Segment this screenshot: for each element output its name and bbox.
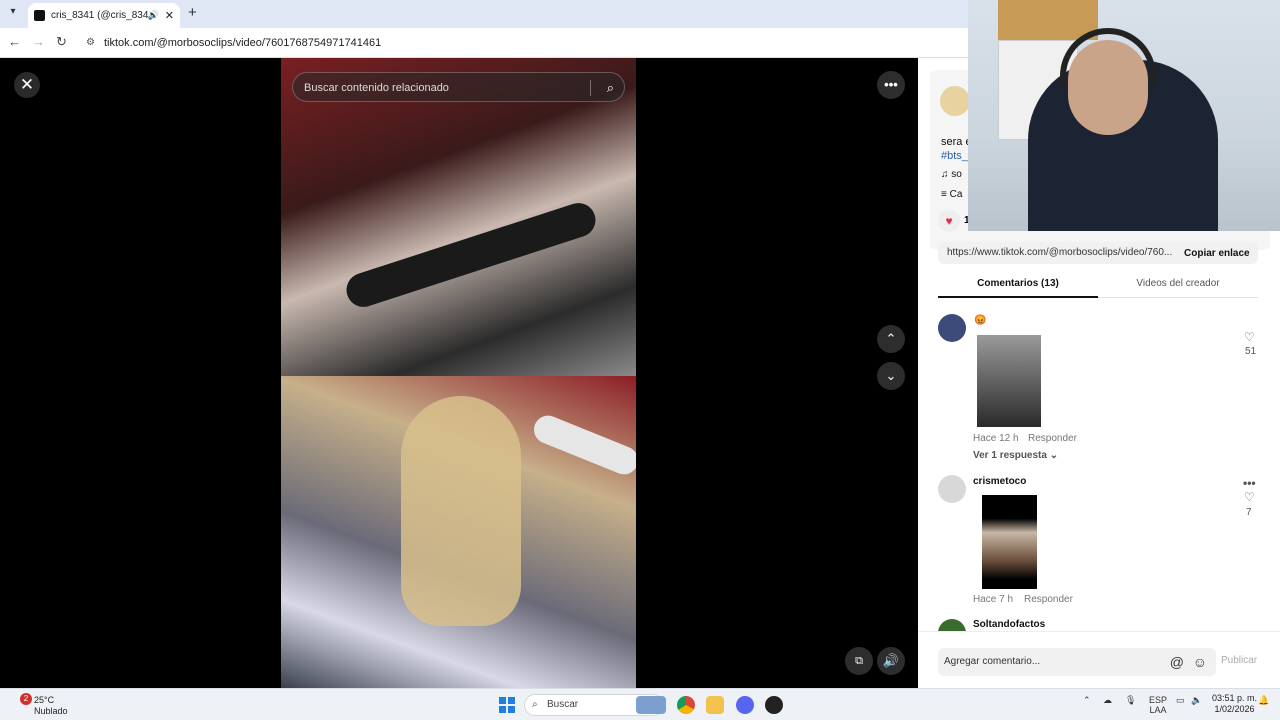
reply-button[interactable]: Responder (1028, 433, 1077, 444)
creator-avatar[interactable] (940, 86, 970, 116)
copy-link-button[interactable]: Copiar enlace (1184, 248, 1250, 259)
clock-date: 1/02/2026 (1214, 704, 1255, 714)
chevron-down-icon: ⌄ (1049, 450, 1059, 461)
tab-close-icon[interactable]: ✕ (165, 9, 174, 22)
category-icon: ≡ (941, 189, 950, 200)
tab-title: cris_8341 (@cris_8341) | Tik (51, 10, 148, 21)
comment-like-count: 51 (1245, 346, 1257, 357)
music-note-icon: ♫ (941, 169, 952, 180)
video-player[interactable]: Buscar contenido relacionado ⌕ (281, 58, 636, 688)
address-bar[interactable]: ⚙ tiktok.com/@morbosoclips/video/7601768… (80, 33, 960, 53)
tab-audio-icon[interactable]: 🔊 (148, 10, 159, 21)
new-tab-icon[interactable]: + (188, 4, 197, 21)
comment-placeholder: Agregar comentario... (944, 656, 1041, 667)
more-options-button[interactable]: ••• (877, 71, 905, 99)
chrome-icon[interactable] (677, 696, 695, 714)
video-viewer: ✕ Buscar contenido relacionado ⌕ ••• ⌃ ⌄… (0, 58, 918, 688)
site-info-icon[interactable]: ⚙ (86, 33, 95, 53)
commenter-avatar[interactable] (938, 475, 966, 503)
publish-button[interactable]: Publicar (1221, 655, 1257, 666)
sound-text: so (951, 169, 962, 180)
video-frame-top (281, 58, 636, 376)
comment-like-icon[interactable]: ♡ (1244, 330, 1255, 344)
webcam-overlay (968, 0, 1280, 231)
next-video-button[interactable]: ⌄ (877, 362, 905, 390)
file-explorer-icon[interactable] (706, 696, 724, 714)
category-text: Ca (949, 189, 963, 200)
commenter-avatar[interactable] (938, 314, 966, 342)
comment-input[interactable]: Agregar comentario... @ ☺ (938, 648, 1216, 676)
start-windows-icon[interactable] (499, 697, 515, 713)
emoji-icon[interactable]: ☺ (1193, 648, 1207, 676)
network-icon[interactable]: ▭ (1176, 695, 1185, 706)
category-link[interactable]: ≡ Ca (941, 189, 962, 200)
comment-like-count: 7 (1246, 507, 1252, 518)
back-arrow-icon[interactable]: ← (8, 34, 21, 49)
notifications-icon[interactable]: 🔔 (1258, 695, 1269, 706)
previous-video-button[interactable]: ⌃ (877, 325, 905, 353)
lang-line-2: LAA (1149, 705, 1167, 715)
reply-button[interactable]: Responder (1024, 594, 1073, 605)
comment-sticker-image[interactable] (977, 335, 1041, 427)
clock-time: 03:51 p. m. (1212, 693, 1258, 703)
like-heart-icon[interactable]: ♥ (938, 210, 960, 232)
tab-search-dropdown-icon[interactable]: ▾ (6, 6, 20, 20)
comment-composer: Agregar comentario... @ ☺ Publicar (918, 631, 1280, 688)
video-frame-bottom (281, 376, 636, 688)
notification-badge: 2 (20, 693, 32, 705)
windows-taskbar: 2 25°C Nublado ⌕ Buscar ⌃ ☁ 🎙 ESP LAA ▭ 🔈… (0, 688, 1280, 720)
volume-icon[interactable]: 🔊 (877, 647, 905, 675)
panel-tabs: Comentarios (13) Videos del creador (938, 274, 1258, 298)
search-icon: ⌕ (532, 699, 538, 710)
forward-arrow-icon[interactable]: → (32, 34, 45, 49)
related-search-placeholder: Buscar contenido relacionado (304, 82, 449, 94)
browser-tab-active[interactable]: cris_8341 (@cris_8341) | Tik 🔊 ✕ (28, 3, 180, 28)
comment-photo-image[interactable] (982, 495, 1037, 589)
comment-like-icon[interactable]: ♡ (1244, 490, 1255, 504)
tray-expand-icon[interactable]: ⌃ (1083, 695, 1091, 706)
microphone-icon[interactable]: 🎙 (1125, 695, 1136, 706)
related-search-input[interactable]: Buscar contenido relacionado ⌕ (292, 72, 625, 102)
lang-line-1: ESP (1149, 695, 1168, 705)
view-replies-text: Ver 1 respuesta (973, 450, 1047, 461)
person-shape (401, 396, 521, 626)
weather-desc: Nublado (34, 706, 68, 716)
comment-username[interactable]: Soltandofactos (973, 619, 1045, 630)
tiktok-favicon-icon (34, 10, 45, 21)
tab-creator-videos[interactable]: Videos del creador (1098, 274, 1258, 298)
hashtag-link[interactable]: #bts_ (941, 150, 968, 162)
floating-player-icon[interactable]: ⧉ (845, 647, 873, 675)
sound-link[interactable]: ♫ so (941, 169, 962, 180)
url-text: tiktok.com/@morbosoclips/video/760176875… (104, 37, 382, 49)
language-indicator[interactable]: ESP LAA (1149, 695, 1167, 715)
microphone-shape (342, 198, 600, 312)
system-clock[interactable]: 03:51 p. m. 1/02/2026 (1212, 693, 1257, 715)
widget-icon[interactable] (636, 696, 666, 714)
comment-more-icon[interactable]: ••• (1243, 476, 1256, 490)
caption-text: sera e (941, 136, 972, 148)
taskbar-search-label: Buscar (547, 699, 579, 710)
microphone-shape-2 (529, 411, 636, 479)
comment-username[interactable]: crismetoco (973, 476, 1026, 487)
speaker-icon[interactable]: 🔈 (1191, 695, 1202, 706)
view-replies-button[interactable]: Ver 1 respuesta ⌄ (973, 450, 1058, 461)
search-divider (590, 80, 591, 96)
search-icon[interactable]: ⌕ (607, 73, 614, 103)
comment-emoji: 😡 (974, 315, 987, 326)
discord-icon[interactable] (736, 696, 754, 714)
obs-icon[interactable] (765, 696, 783, 714)
comment-time: Hace 7 h (973, 594, 1014, 605)
close-viewer-button[interactable]: ✕ (14, 72, 40, 98)
tab-comments[interactable]: Comentarios (13) (938, 274, 1098, 298)
weather-temp: 25°C (34, 695, 55, 705)
onedrive-icon[interactable]: ☁ (1103, 695, 1112, 706)
reload-icon[interactable]: ↻ (56, 34, 67, 50)
mention-icon[interactable]: @ (1170, 648, 1184, 676)
comment-time: Hace 12 h (973, 433, 1019, 444)
